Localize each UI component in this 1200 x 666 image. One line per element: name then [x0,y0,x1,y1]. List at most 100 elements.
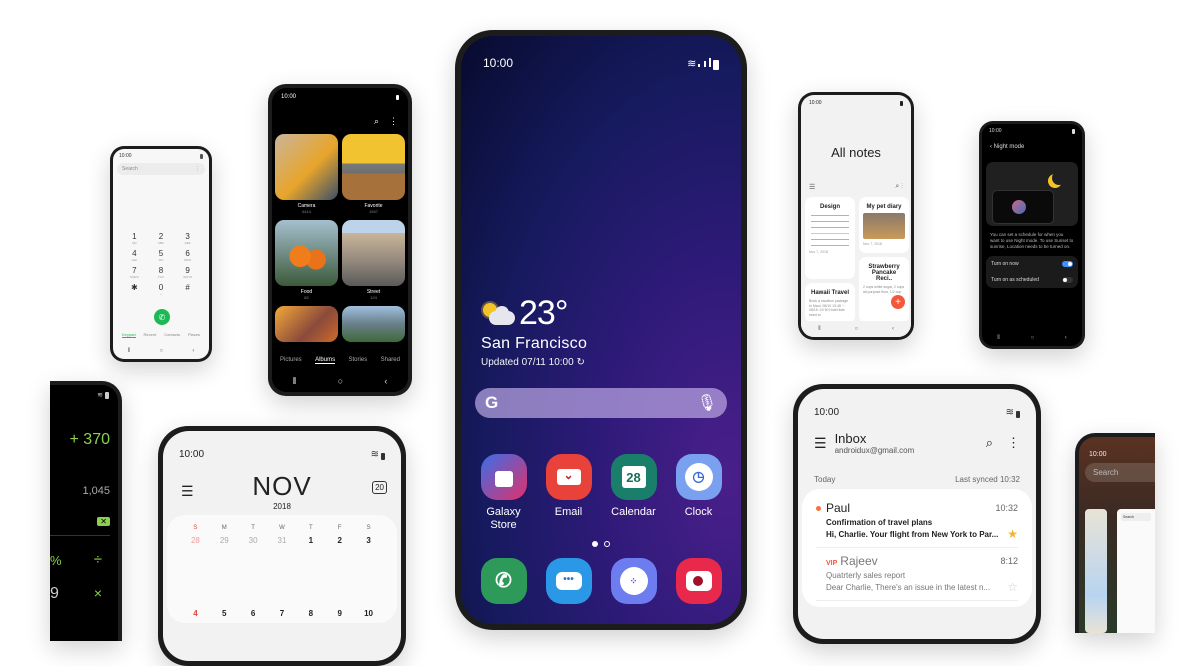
tab-shared[interactable]: Shared [381,357,400,364]
dock-messages[interactable]: ••• [539,558,599,610]
backspace-icon[interactable]: ✕ [97,517,110,526]
google-search-bar[interactable]: G 🎙 [475,388,727,418]
recents-nav-icon[interactable]: ⦀ [293,376,297,387]
day-cell[interactable]: 1 [296,536,325,545]
keypad-key[interactable]: 5 JKL [148,250,175,263]
tab-albums[interactable]: Albums [315,357,336,364]
album-street[interactable]: Street 124 [342,220,405,300]
divide-button[interactable]: ÷ [94,551,102,568]
toggle-switch[interactable] [1062,277,1073,283]
dock-phone[interactable]: ✆ [474,558,534,610]
day-cell[interactable]: 28 [181,536,210,545]
album-landscape[interactable] [342,306,405,345]
app-galaxy-store[interactable]: Galaxy Store [474,454,534,532]
back-nav-icon[interactable]: ‹ [1065,335,1067,341]
home-nav-icon[interactable]: ○ [1031,335,1035,341]
weather-widget[interactable]: 23° San Francisco Updated 07/11 10:00 ↻ [481,294,587,368]
search-icon[interactable]: ⌕ [374,116,379,127]
note-card[interactable]: Strawberry Pancake Reci.. 2 cups white s… [859,257,909,323]
tab-contacts[interactable]: Contacts [164,332,180,338]
note-card[interactable]: Design Nov 7, 2018 [805,197,855,279]
keypad-key[interactable]: 7 PQRS [121,267,148,280]
search-icon[interactable]: ⌕ [895,183,899,190]
tab-keypad[interactable]: Keypad [121,332,136,338]
maps-app-card[interactable] [1085,509,1107,633]
album-camera[interactable]: Camera 6114 [275,134,338,214]
day-cell[interactable]: 3 [354,536,383,545]
recents-search[interactable]: Search [1085,463,1155,482]
day-cell[interactable]: 10 [354,609,383,618]
dialer-app-card[interactable]: Search [1117,509,1155,633]
keypad-key[interactable]: 8 TUV [148,267,175,280]
message-item[interactable]: VIP Rajeev 8:12 Quatrterly sales report De… [816,548,1018,601]
nine-button[interactable]: 9 [50,585,59,603]
app-email[interactable]: ⌄ Email [539,454,599,532]
recents-nav-icon[interactable]: ⦀ [997,335,1000,342]
note-card[interactable]: My pet diary Nov 7, 2018 [859,197,909,253]
dialer-search[interactable]: Search ⋮ [117,163,205,175]
menu-icon[interactable]: ☰ [814,435,827,452]
page-dot[interactable] [604,541,610,547]
back-nav-icon[interactable]: ‹ [384,376,387,386]
day-cell[interactable]: 31 [268,536,297,545]
star-outline-icon[interactable]: ☆ [1007,580,1018,594]
day-cell[interactable]: 8 [296,609,325,618]
app-clock[interactable]: ◷ Clock [669,454,729,532]
keypad-key[interactable]: 1 QD [121,233,148,246]
refresh-icon[interactable]: ↻ [576,357,584,368]
keypad-key[interactable]: 4 GHI [121,250,148,263]
toggle-switch[interactable] [1062,261,1073,267]
more-icon[interactable]: ⋮ [195,166,200,172]
setting-turn-on-scheduled[interactable]: Turn on as scheduled [986,272,1078,288]
keypad-key[interactable]: 6 MNO [174,250,201,263]
recents-nav-icon[interactable]: ⦀ [818,326,821,333]
setting-turn-on-now[interactable]: Turn on now [986,256,1078,272]
mic-icon[interactable]: 🎙 [697,393,717,413]
day-cell[interactable]: 30 [239,536,268,545]
home-nav-icon[interactable]: ○ [855,326,859,332]
add-note-button[interactable]: + [891,295,905,309]
more-icon[interactable]: ⋮ [1007,435,1020,451]
day-cell[interactable]: 29 [210,536,239,545]
back-icon[interactable]: ‹ [990,144,992,150]
keypad-key[interactable]: 3 DEF [174,233,201,246]
tab-places[interactable]: Places [188,332,200,338]
album-party[interactable] [275,306,338,345]
call-button[interactable]: ✆ [154,309,170,325]
tab-recent[interactable]: Recent [144,332,157,338]
home-nav-icon[interactable]: ○ [159,348,163,354]
search-icon[interactable]: ⌕ [986,435,993,451]
album-food[interactable]: Food 82 [275,220,338,300]
back-nav-icon[interactable]: ‹ [192,348,194,354]
note-card[interactable]: Hawaii Travel Book a vacation package to… [805,283,855,323]
keypad-key[interactable]: ✱ [121,284,148,296]
day-cell[interactable]: 4 [181,609,210,618]
day-cell[interactable]: 6 [239,609,268,618]
tab-pictures[interactable]: Pictures [280,357,302,364]
home-nav-icon[interactable]: ○ [338,376,343,386]
day-cell[interactable]: 9 [325,609,354,618]
keypad-key[interactable]: 0 + [148,284,175,297]
app-calendar[interactable]: 28 Calendar [604,454,664,532]
day-cell[interactable]: 2 [325,536,354,545]
message-item[interactable]: Paul 10:32 Confirmation of travel plans H… [816,495,1018,548]
more-icon[interactable]: ⋮ [901,183,903,190]
keypad-key[interactable]: # [174,284,201,296]
day-cell[interactable]: 5 [210,609,239,618]
dock-camera[interactable] [669,558,729,610]
today-button[interactable]: 20 [372,481,387,494]
recents-nav-icon[interactable]: ⦀ [128,348,131,355]
album-favorite[interactable]: Favorite 1947 [342,134,405,214]
percent-button[interactable]: % [50,553,62,568]
more-icon[interactable]: ⋮ [389,116,398,127]
star-filled-icon[interactable]: ★ [1007,527,1018,541]
day-cell[interactable]: 7 [268,609,297,618]
dock-internet[interactable]: ⁘ [604,558,664,610]
page-dot-active[interactable] [592,541,598,547]
tab-stories[interactable]: Stories [349,357,368,364]
keypad-key[interactable]: 9 WXYZ [174,267,201,280]
multiply-button[interactable]: × [94,585,102,601]
back-nav-icon[interactable]: ‹ [892,326,894,332]
keypad-key[interactable]: 2 ABC [148,233,175,246]
menu-icon[interactable]: ☰ [809,183,815,191]
